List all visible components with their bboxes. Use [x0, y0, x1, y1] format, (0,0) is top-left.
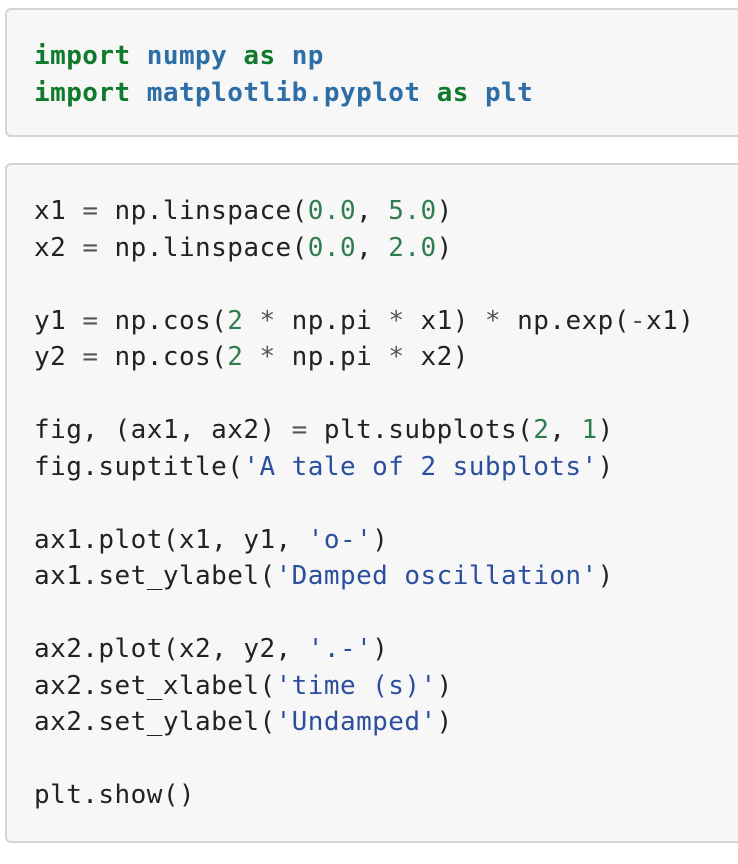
- code-token: ): [436, 670, 453, 701]
- code-token: -: [629, 305, 646, 336]
- code-token: x2): [404, 342, 469, 372]
- code-token: *: [259, 305, 276, 336]
- code-token: ): [597, 415, 614, 445]
- code-token: 'A tale of 2 subplots': [243, 451, 598, 482]
- code-line: y2 = np.cos(2 * np.pi * x2): [34, 339, 694, 376]
- code-line: ax1.plot(x1, y1, 'o-'): [34, 522, 694, 559]
- code-token: 0.0: [307, 232, 357, 263]
- code-token: import: [34, 77, 131, 108]
- code-token: ): [436, 196, 453, 226]
- code-block[interactable]: import numpy as np import matplotlib.pypl…: [34, 38, 533, 111]
- code-token: =: [291, 415, 308, 445]
- code-token: ax1.set_ylabel(: [34, 561, 276, 591]
- code-block[interactable]: x1 = np.linspace(0.0, 5.0) x2 = np.linspa…: [34, 193, 694, 814]
- code-line: y1 = np.cos(2 * np.pi * x1) * np.exp(-x1…: [34, 303, 694, 340]
- code-line: ax2.set_ylabel('Undamped'): [34, 704, 694, 741]
- code-token: ,: [356, 196, 389, 226]
- code-token: ax2.set_xlabel(: [34, 670, 276, 701]
- code-token: *: [388, 305, 405, 336]
- code-token: plt.subplots(: [307, 415, 534, 445]
- code-token: as: [243, 41, 276, 71]
- code-token: ,: [549, 415, 582, 445]
- code-token: np.cos(: [98, 342, 228, 372]
- code-token: x2: [34, 232, 83, 263]
- code-token: x1: [34, 196, 83, 226]
- code-token: 2: [533, 415, 550, 445]
- code-token: y2: [34, 342, 83, 372]
- code-token: =: [82, 196, 99, 226]
- code-token: ): [436, 707, 453, 737]
- code-token: 5.0: [388, 196, 437, 226]
- code-token: 1: [581, 415, 598, 445]
- code-token: 'o-': [307, 524, 373, 555]
- code-line: ax2.set_xlabel('time (s)'): [34, 668, 694, 705]
- code-token: '.-': [307, 634, 373, 664]
- code-line: ax2.plot(x2, y2, '.-'): [34, 631, 694, 668]
- code-token: fig, (ax1, ax2): [34, 415, 292, 445]
- code-line: plt.show(): [34, 777, 694, 814]
- code-token: fig.suptitle(: [34, 451, 244, 482]
- code-token: 2: [227, 305, 244, 336]
- code-token: import: [34, 41, 131, 71]
- code-token: y1: [34, 305, 83, 336]
- code-token: 0.0: [307, 196, 357, 226]
- code-token: np.pi: [275, 305, 389, 336]
- code-token: 'time (s)': [275, 670, 437, 701]
- code-token: ): [372, 634, 389, 664]
- code-token: ): [372, 524, 389, 555]
- code-line: import matplotlib.pyplot as plt: [34, 75, 533, 112]
- code-token: x1): [404, 305, 485, 336]
- code-cell-plotting[interactable]: x1 = np.linspace(0.0, 5.0) x2 = np.linspa…: [5, 163, 738, 843]
- code-token: 2: [227, 342, 244, 372]
- code-token: plt: [484, 77, 534, 108]
- code-cell-imports[interactable]: import numpy as np import matplotlib.pypl…: [5, 8, 738, 137]
- code-token: np.cos(: [98, 305, 228, 336]
- code-token: *: [259, 342, 276, 372]
- code-token: numpy: [146, 41, 228, 71]
- code-line: fig, (ax1, ax2) = plt.subplots(2, 1): [34, 412, 694, 449]
- code-token: ): [597, 561, 614, 591]
- code-line: ax1.set_ylabel('Damped oscillation'): [34, 558, 694, 595]
- code-token: =: [82, 342, 99, 372]
- code-token: matplotlib.pyplot: [146, 77, 421, 108]
- code-token: *: [484, 305, 502, 336]
- code-line: x1 = np.linspace(0.0, 5.0): [34, 193, 694, 230]
- code-token: ,: [356, 232, 389, 263]
- code-line: x2 = np.linspace(0.0, 2.0): [34, 230, 694, 267]
- code-token: ): [436, 232, 453, 263]
- code-line: fig.suptitle('A tale of 2 subplots'): [34, 449, 694, 486]
- code-token: 'Damped oscillation': [275, 561, 598, 591]
- code-token: =: [82, 232, 99, 263]
- code-token: *: [388, 342, 405, 372]
- code-token: np.linspace(: [98, 232, 308, 263]
- code-token: np.pi: [275, 342, 389, 372]
- code-token: 'Undamped': [275, 707, 437, 737]
- code-token: =: [82, 305, 99, 336]
- code-token: ): [597, 451, 614, 482]
- code-token: ax2.plot(x2, y2,: [34, 634, 308, 664]
- code-token: 2.0: [388, 232, 437, 263]
- code-token: np: [291, 41, 324, 71]
- code-token: ax2.set_ylabel(: [34, 707, 276, 737]
- code-token: ax1.plot(x1, y1,: [34, 524, 308, 555]
- code-token: x1): [646, 305, 695, 336]
- code-line: import numpy as np: [34, 38, 533, 75]
- code-token: plt.show(): [34, 780, 196, 810]
- code-token: np.linspace(: [98, 196, 308, 226]
- code-token: as: [436, 77, 469, 108]
- code-token: np.exp(: [501, 305, 630, 336]
